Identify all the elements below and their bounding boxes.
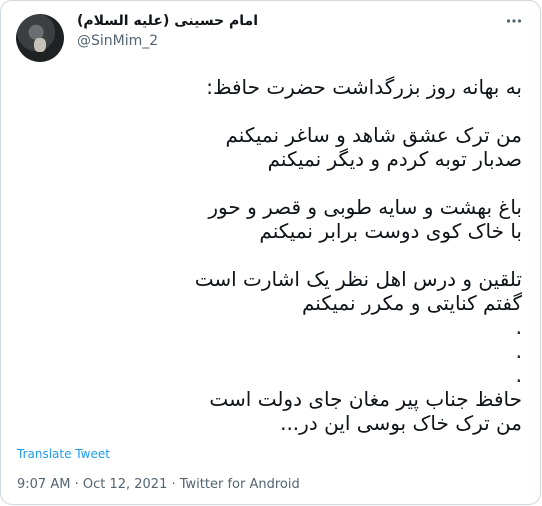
tweet-metadata: 9:07 AM · Oct 12, 2021 · Twitter for And… [17, 477, 300, 492]
avatar-detail [34, 38, 46, 52]
meta-separator: · [167, 477, 180, 492]
author-handle[interactable]: @SinMim_2 [77, 33, 158, 49]
more-horizontal-icon [506, 19, 522, 23]
more-options-button[interactable] [504, 11, 524, 31]
tweet-card: امام حسینی (علیه السلام) @SinMim_2 به به… [0, 0, 541, 505]
tweet-time[interactable]: 9:07 AM [17, 477, 70, 492]
avatar[interactable] [16, 14, 64, 62]
meta-separator: · [70, 477, 83, 492]
tweet-text: به بهانه روز بزرگداشت حضرت حافظ: من ترک … [194, 75, 522, 435]
author-display-name[interactable]: امام حسینی (علیه السلام) [77, 13, 258, 29]
tweet-source[interactable]: Twitter for Android [180, 477, 300, 492]
translate-tweet-link[interactable]: Translate Tweet [17, 447, 110, 461]
tweet-date[interactable]: Oct 12, 2021 [83, 477, 168, 492]
